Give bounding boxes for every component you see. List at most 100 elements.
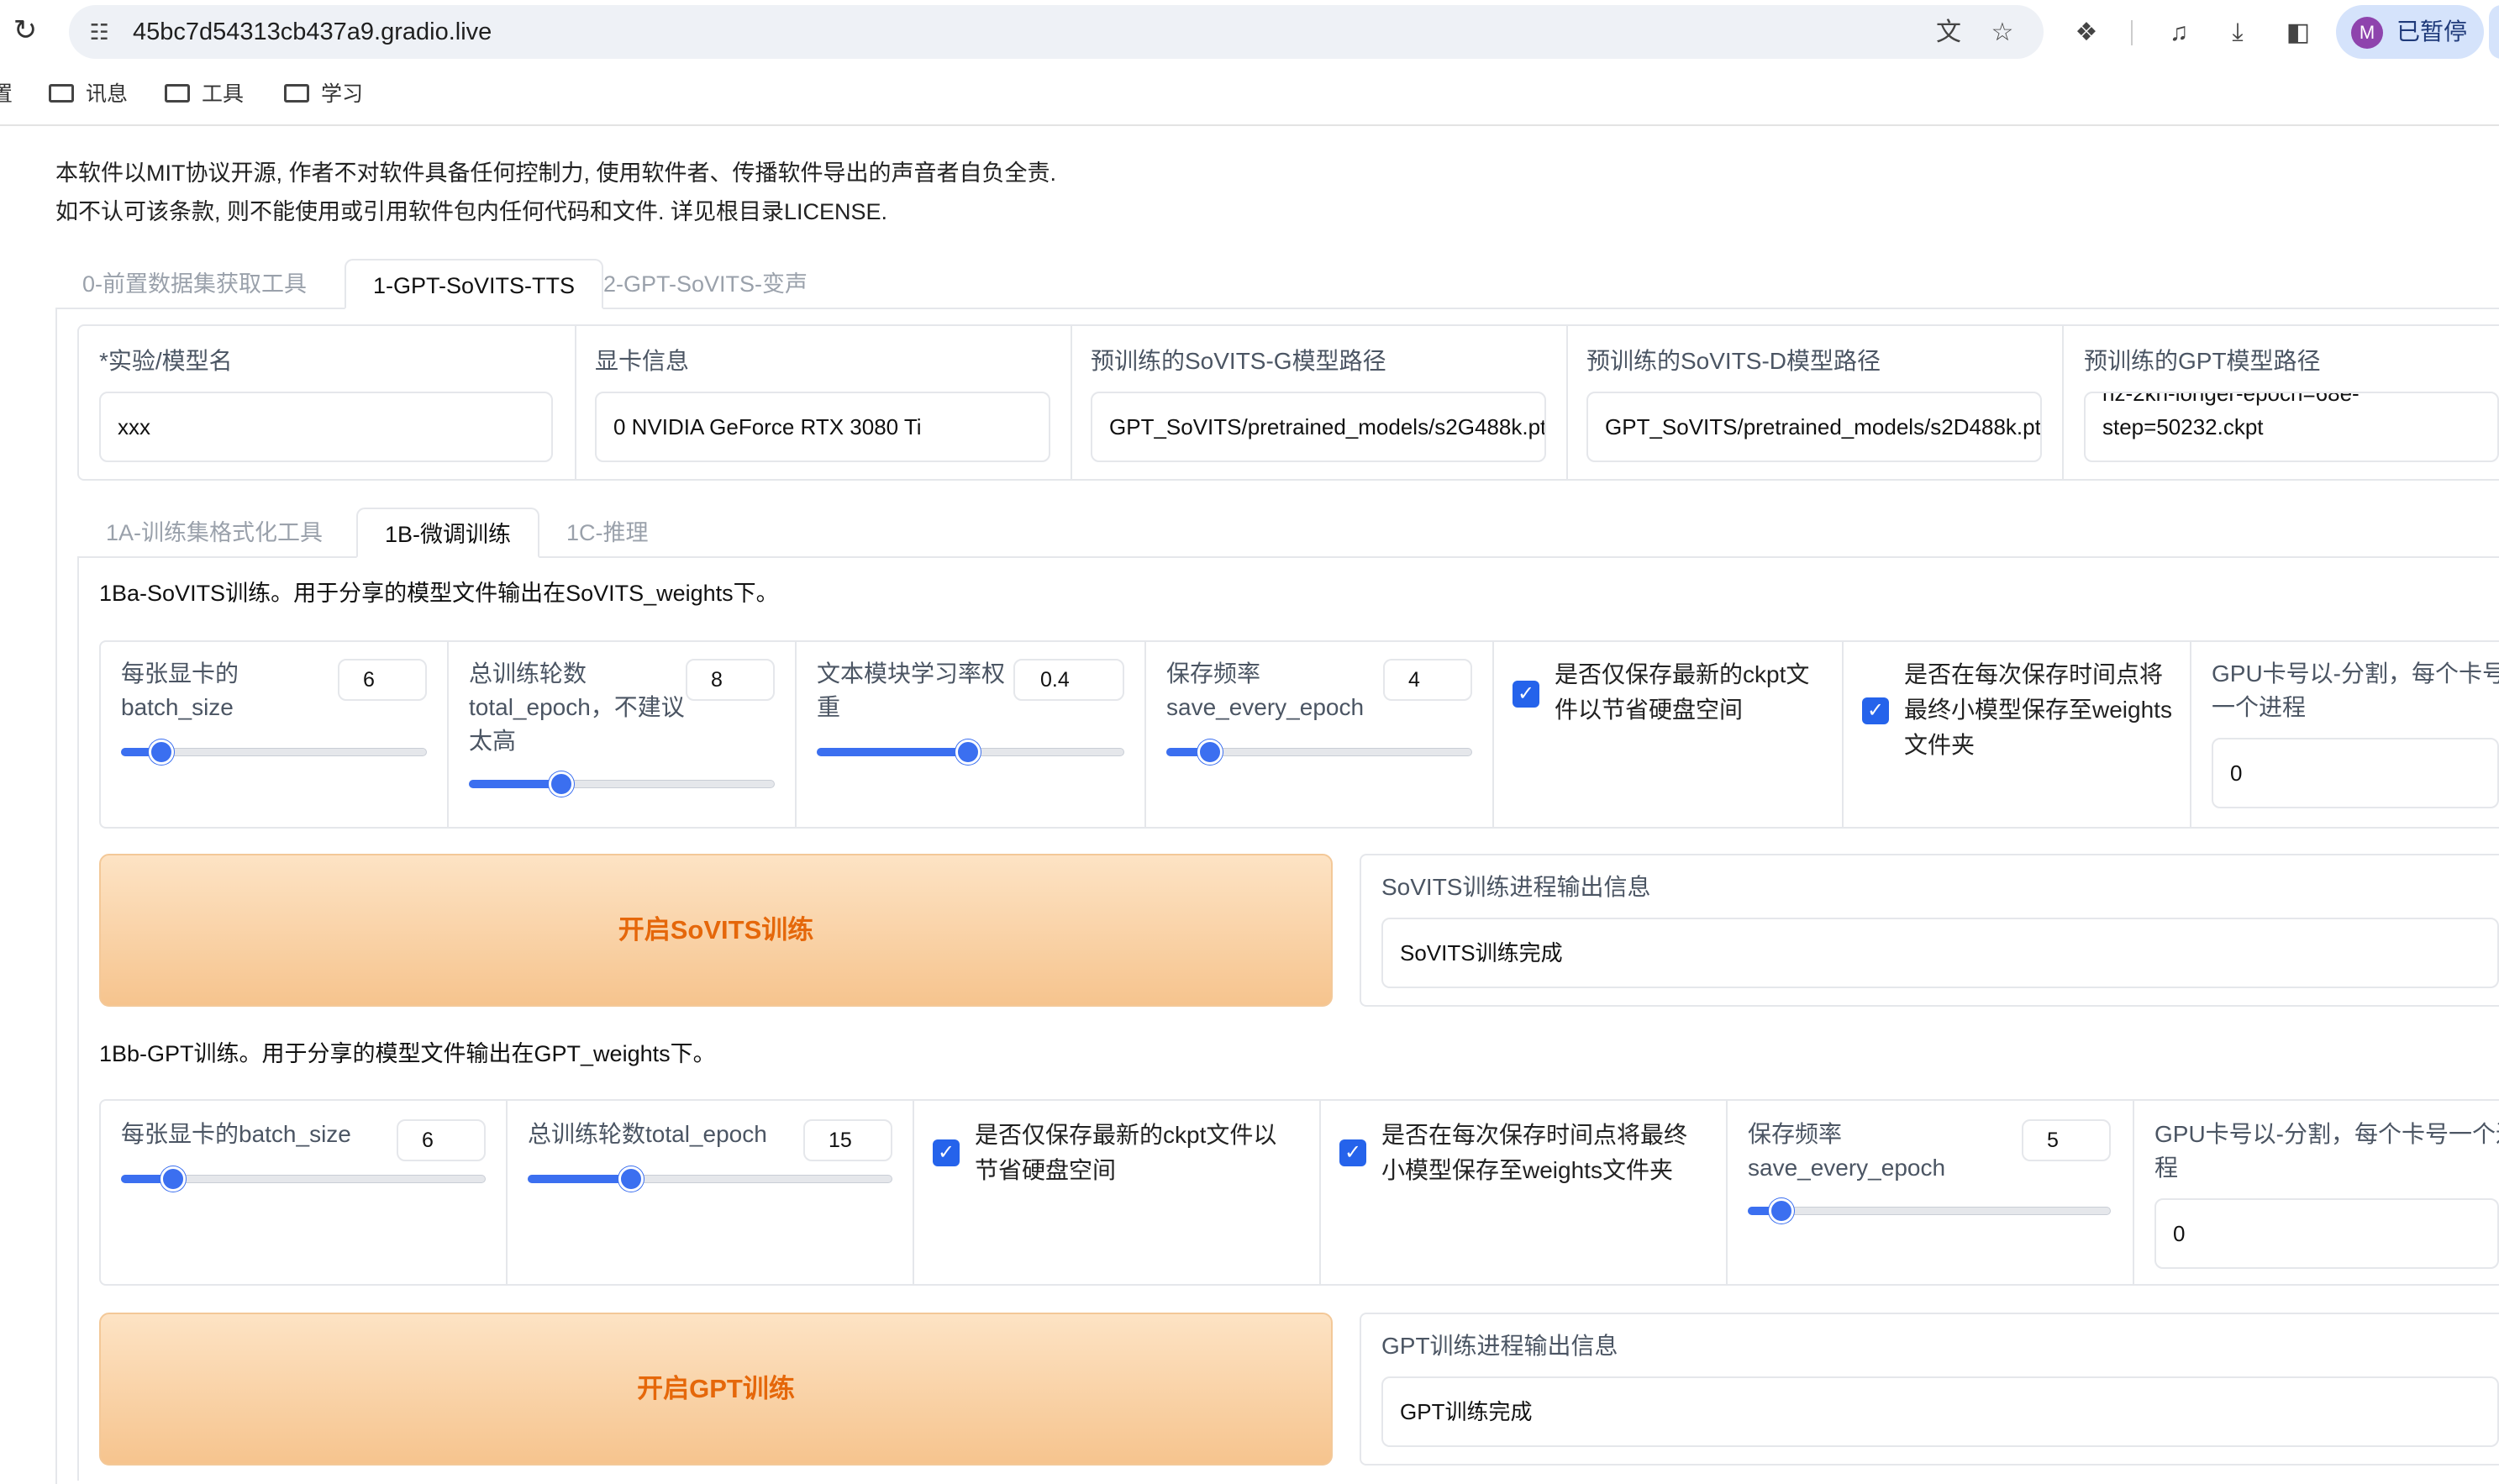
start-gpt-training-button[interactable]: 开启GPT训练 <box>99 1313 1333 1466</box>
experiment-name-input[interactable]: xxx <box>99 392 553 462</box>
bookmark-label: 讯息 <box>86 82 129 106</box>
sovits-epoch-slider[interactable] <box>469 771 775 797</box>
gpt-batch-slider[interactable] <box>121 1166 486 1192</box>
media-icon[interactable]: ♫ <box>2161 15 2196 50</box>
slider-thumb[interactable] <box>549 771 574 797</box>
folder-icon <box>49 84 74 103</box>
gpt-epoch-label: 总训练轮数total_epoch <box>528 1121 767 1147</box>
license-notice-line1: 本软件以MIT协议开源, 作者不对软件具备任何控制力, 使用软件者、传播软件导出… <box>55 161 1056 186</box>
slider-fill <box>817 748 971 756</box>
sovits-g-path-input[interactable]: GPT_SoVITS/pretrained_models/s2G488k.pth <box>1091 392 1546 462</box>
gpt-save-freq-slider[interactable] <box>1748 1198 2111 1224</box>
sovits-gpu-numbers-label-2: 一个进程 <box>2212 694 2307 720</box>
star-icon[interactable]: ☆ <box>1985 15 2020 50</box>
gpt-output-text[interactable]: GPT训练完成 <box>1381 1376 2499 1447</box>
sovits-output-text[interactable]: SoVITS训练完成 <box>1381 918 2499 988</box>
reload-icon[interactable]: ↻ <box>8 13 42 47</box>
sovits-save-freq-label-2: save_every_epoch <box>1166 694 1365 720</box>
column-divider <box>795 642 797 827</box>
gpt-save-weights-checkbox[interactable]: ✓ <box>1339 1139 1366 1166</box>
tab-dataset-tools[interactable]: 0-前置数据集获取工具 <box>55 259 334 309</box>
gpt-path-value-line1: hz-2kh-longer-epoch=68e- <box>2102 392 2360 406</box>
sovits-batch-label-2: batch_size <box>121 694 234 720</box>
bookmark-cut[interactable]: 置 <box>0 77 13 111</box>
slider-thumb[interactable] <box>149 739 174 765</box>
column-divider <box>1842 642 1844 827</box>
subtab-inference[interactable]: 1C-推理 <box>539 508 676 558</box>
gpt-path-input[interactable]: hz-2kh-longer-epoch=68e- step=50232.ckpt <box>2084 392 2499 462</box>
column-divider <box>1726 1101 1728 1284</box>
toolbar-edge <box>2489 5 2499 59</box>
gpt-save-latest-label-2: 节省硬盘空间 <box>975 1157 1117 1183</box>
slider-thumb[interactable] <box>618 1166 644 1192</box>
gpt-output-label: GPT训练进程输出信息 <box>1381 1333 1618 1359</box>
sovits-save-weights-label-3: 文件夹 <box>1904 732 1976 758</box>
column-divider <box>1319 1101 1321 1284</box>
start-sovits-training-button[interactable]: 开启SoVITS训练 <box>99 854 1333 1007</box>
column-divider <box>1144 642 1146 827</box>
sovits-d-path-label: 预训练的SoVITS-D模型路径 <box>1586 348 1881 374</box>
toolbar-divider <box>2131 20 2133 45</box>
tab-voice-change[interactable]: 2-GPT-SoVITS-变声 <box>576 259 834 309</box>
gpt-save-latest-checkbox[interactable]: ✓ <box>933 1139 960 1166</box>
subtab-dataset-format[interactable]: 1A-训练集格式化工具 <box>79 508 350 558</box>
column-divider <box>2062 326 2064 479</box>
sovits-epoch-number[interactable]: 8 <box>686 659 775 701</box>
sovits-epoch-label-3: 太高 <box>469 728 517 754</box>
slider-thumb[interactable] <box>1197 739 1223 765</box>
subtab-finetune[interactable]: 1B-微调训练 <box>356 508 540 558</box>
sidebar-icon[interactable]: ◧ <box>2281 15 2316 50</box>
gpt-save-latest-label: 是否仅保存最新的ckpt文件以 <box>975 1122 1277 1148</box>
checkmark-icon: ✓ <box>1344 1141 1362 1164</box>
text-lr-weight-label: 文本模块学习率权 <box>817 660 1006 687</box>
download-icon[interactable]: ⤓ <box>2220 15 2255 50</box>
profile-status[interactable]: 已暂停 <box>2396 15 2467 49</box>
url-text[interactable]: 45bc7d54313cb437a9.gradio.live <box>133 15 492 49</box>
sovits-epoch-label: 总训练轮数 <box>469 660 587 687</box>
bookmark-folder-tools[interactable]: 工具 <box>165 77 244 111</box>
sovits-d-path-input[interactable]: GPT_SoVITS/pretrained_models/s2D488k.pth <box>1586 392 2042 462</box>
sovits-save-latest-label: 是否仅保存最新的ckpt文 <box>1555 661 1810 687</box>
sovits-gpu-numbers-label: GPU卡号以-分割，每个卡号 <box>2212 660 2499 687</box>
gpt-path-value-line2: step=50232.ckpt <box>2102 414 2264 439</box>
column-divider <box>2190 642 2191 827</box>
column-divider <box>1492 642 1494 827</box>
sovits-gpu-numbers-input[interactable]: 0 <box>2212 738 2499 808</box>
text-lr-weight-number[interactable]: 0.4 <box>1013 659 1124 701</box>
column-divider <box>1071 326 1072 479</box>
gpu-info-input[interactable]: 0 NVIDIA GeForce RTX 3080 Ti <box>595 392 1050 462</box>
site-settings-icon[interactable]: ☷ <box>84 17 114 47</box>
sovits-save-freq-slider[interactable] <box>1166 739 1472 765</box>
gpt-save-freq-label: 保存频率 <box>1748 1121 1843 1147</box>
gpt-batch-label: 每张显卡的batch_size <box>121 1121 351 1147</box>
slider-thumb[interactable] <box>1769 1198 1794 1224</box>
gpt-batch-number[interactable]: 6 <box>397 1119 486 1161</box>
checkmark-icon: ✓ <box>937 1141 955 1164</box>
tab-gpt-sovits-tts[interactable]: 1-GPT-SoVITS-TTS <box>345 259 604 309</box>
column-divider <box>575 326 576 479</box>
gpt-epoch-number[interactable]: 15 <box>803 1119 892 1161</box>
gpt-save-weights-label-2: 小模型保存至weights文件夹 <box>1381 1157 1673 1183</box>
sovits-batch-number[interactable]: 6 <box>338 659 427 701</box>
sovits-save-weights-checkbox[interactable]: ✓ <box>1862 697 1889 724</box>
slider-thumb[interactable] <box>160 1166 186 1192</box>
gpt-gpu-numbers-label-2: 程 <box>2154 1155 2179 1181</box>
avatar[interactable]: M <box>2351 17 2383 49</box>
sovits-save-freq-number[interactable]: 4 <box>1383 659 1472 701</box>
text-lr-weight-label-2: 重 <box>817 694 841 720</box>
sovits-batch-slider[interactable] <box>121 739 427 765</box>
bookmark-folder-study[interactable]: 学习 <box>284 77 363 111</box>
gpt-epoch-slider[interactable] <box>528 1166 892 1192</box>
column-divider <box>913 1101 914 1284</box>
bookmark-label: 工具 <box>202 82 245 106</box>
slider-thumb[interactable] <box>955 739 981 765</box>
gpt-save-weights-label: 是否在每次保存时间点将最终 <box>1381 1122 1688 1148</box>
gpt-save-freq-number[interactable]: 5 <box>2022 1119 2111 1161</box>
translate-icon[interactable]: 文 <box>1931 15 1966 50</box>
gpt-gpu-numbers-input[interactable]: 0 <box>2154 1198 2499 1269</box>
puzzle-icon[interactable]: ❖ <box>2069 15 2104 50</box>
bookmark-folder-news[interactable]: 讯息 <box>49 77 128 111</box>
sovits-save-latest-checkbox[interactable]: ✓ <box>1513 681 1539 708</box>
text-lr-weight-slider[interactable] <box>817 739 1124 765</box>
sovits-save-weights-label-2: 最终小模型保存至weights <box>1904 697 2172 723</box>
